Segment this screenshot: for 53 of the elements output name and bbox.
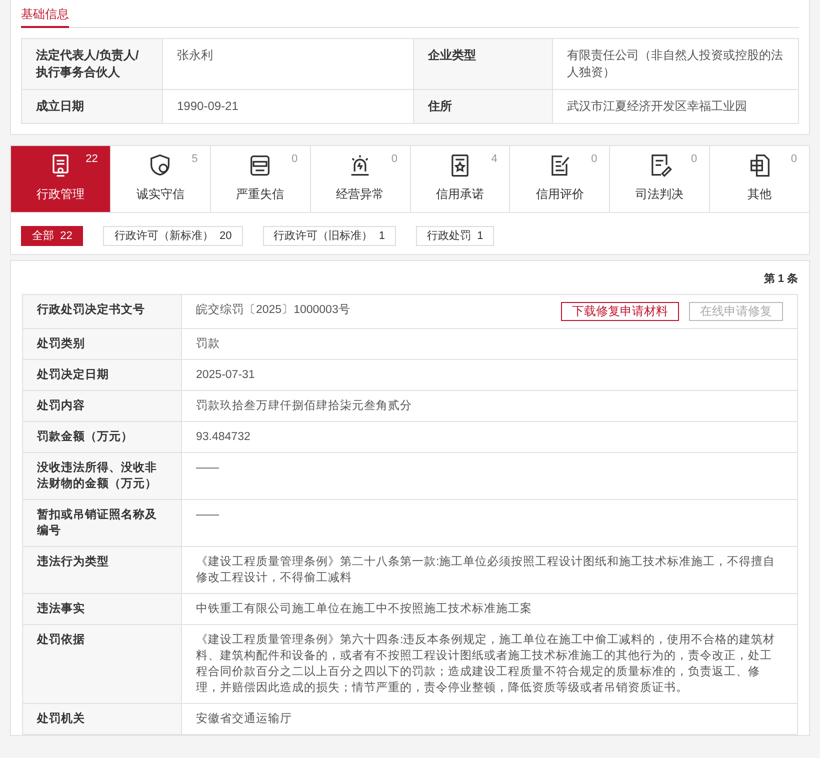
field-label: 违法行为类型 — [22, 546, 182, 594]
field-value: 中铁重工有限公司施工单位在施工中不按照施工技术标准施工案 — [182, 594, 798, 624]
field-value: 安徽省交通运输厅 — [182, 704, 798, 734]
field-label: 处罚类别 — [22, 328, 182, 360]
filter-chip[interactable]: 全部 22 — [21, 226, 84, 246]
filter-chip[interactable]: 行政许可（新标准） 20 — [103, 226, 243, 246]
field-label: 没收违法所得、没收非法财物的金额（万元） — [22, 452, 182, 500]
count-label: 5 — [192, 153, 198, 165]
count-label: 0 — [292, 153, 298, 165]
category-tab[interactable]: 5 诚实守信 — [110, 146, 211, 212]
category-tab[interactable]: 0 司法判决 — [610, 146, 710, 212]
field-value: 张永利 — [162, 38, 414, 90]
field-value: 罚款玖拾叁万肆仟捌佰肆拾柒元叁角贰分 — [182, 390, 798, 422]
filter-chip[interactable]: 行政许可（旧标准） 1 — [262, 226, 396, 246]
category-tab[interactable]: 0 经营异常 — [310, 146, 410, 212]
field-value: —— — [182, 500, 798, 546]
category-tab[interactable]: 0 其他 — [710, 146, 809, 212]
category-tab[interactable]: 0 信用评价 — [510, 146, 610, 212]
field-label: 法定代表人/负责人/执行事务合伙人 — [22, 38, 162, 90]
count-label: 22 — [86, 153, 98, 165]
field-value: 罚款 — [182, 328, 798, 360]
field-label: 罚款金额（万元） — [22, 422, 182, 452]
field-label: 违法事实 — [22, 594, 182, 624]
count-label: 0 — [391, 153, 398, 165]
category-tab[interactable]: 0 严重失信 — [210, 146, 311, 212]
field-label: 处罚依据 — [22, 624, 182, 704]
field-label: 处罚决定日期 — [22, 360, 182, 390]
count-label: 0 — [691, 153, 698, 165]
field-value: 1990-09-21 — [162, 90, 414, 124]
field-label: 住所 — [414, 90, 552, 124]
filter-chip[interactable]: 行政处罚 1 — [416, 226, 494, 246]
download-button[interactable]: 下载修复申请材料 — [561, 302, 679, 321]
count-label: 0 — [790, 153, 797, 165]
field-label: 暂扣或吊销证照名称及编号 — [22, 500, 182, 546]
field-value: 2025-07-31 — [182, 360, 798, 390]
record-index: 第 1 条 — [762, 272, 798, 287]
field-label: 行政处罚决定书文号 — [22, 294, 182, 328]
field-value: 《建设工程质量管理条例》第六十四条:违反本条例规定，施工单位在施工中偷工减料的，使用不合格的建筑材料、建筑构配件和设备的，或者有不按照工程设计图纸或者施工技术标准施工的其他行为的，责令改正，处工程合同价款百分之二以上百分之四以下的罚款；造成建设工程质量不符合规定的质量标准的，负责返工、修理，并赔偿因此造成的损失；情节严重的，责令停业整顿，降低资质等级或者吊销资质证书。 — [182, 624, 798, 704]
field-value: 有限责任公司（非自然人投资或控股的法人独资） — [552, 38, 798, 90]
field-value: 93.484732 — [182, 422, 798, 452]
field-value: —— — [182, 452, 798, 500]
count-label: 4 — [491, 153, 498, 165]
field-label: 处罚机关 — [22, 704, 182, 734]
field-label: 成立日期 — [22, 90, 162, 124]
count-label: 0 — [591, 153, 598, 165]
field-label: 企业类型 — [414, 38, 552, 90]
section-tab[interactable]: 基础信息 — [21, 0, 69, 28]
field-value: 皖交综罚〔2025〕1000003号 — [196, 302, 350, 318]
category-tab[interactable]: 4 信用承诺 — [410, 146, 510, 212]
category-tab[interactable]: 22 行政管理 — [11, 146, 111, 212]
field-value: 武汉市江夏经济开发区幸福工业园 — [552, 90, 798, 124]
field-label: 处罚内容 — [22, 390, 182, 422]
field-value: 《建设工程质量管理条例》第二十八条第一款:施工单位必须按照工程设计图纸和施工技术标准施工，不得擅自修改工程设计，不得偷工减料 — [182, 546, 798, 594]
